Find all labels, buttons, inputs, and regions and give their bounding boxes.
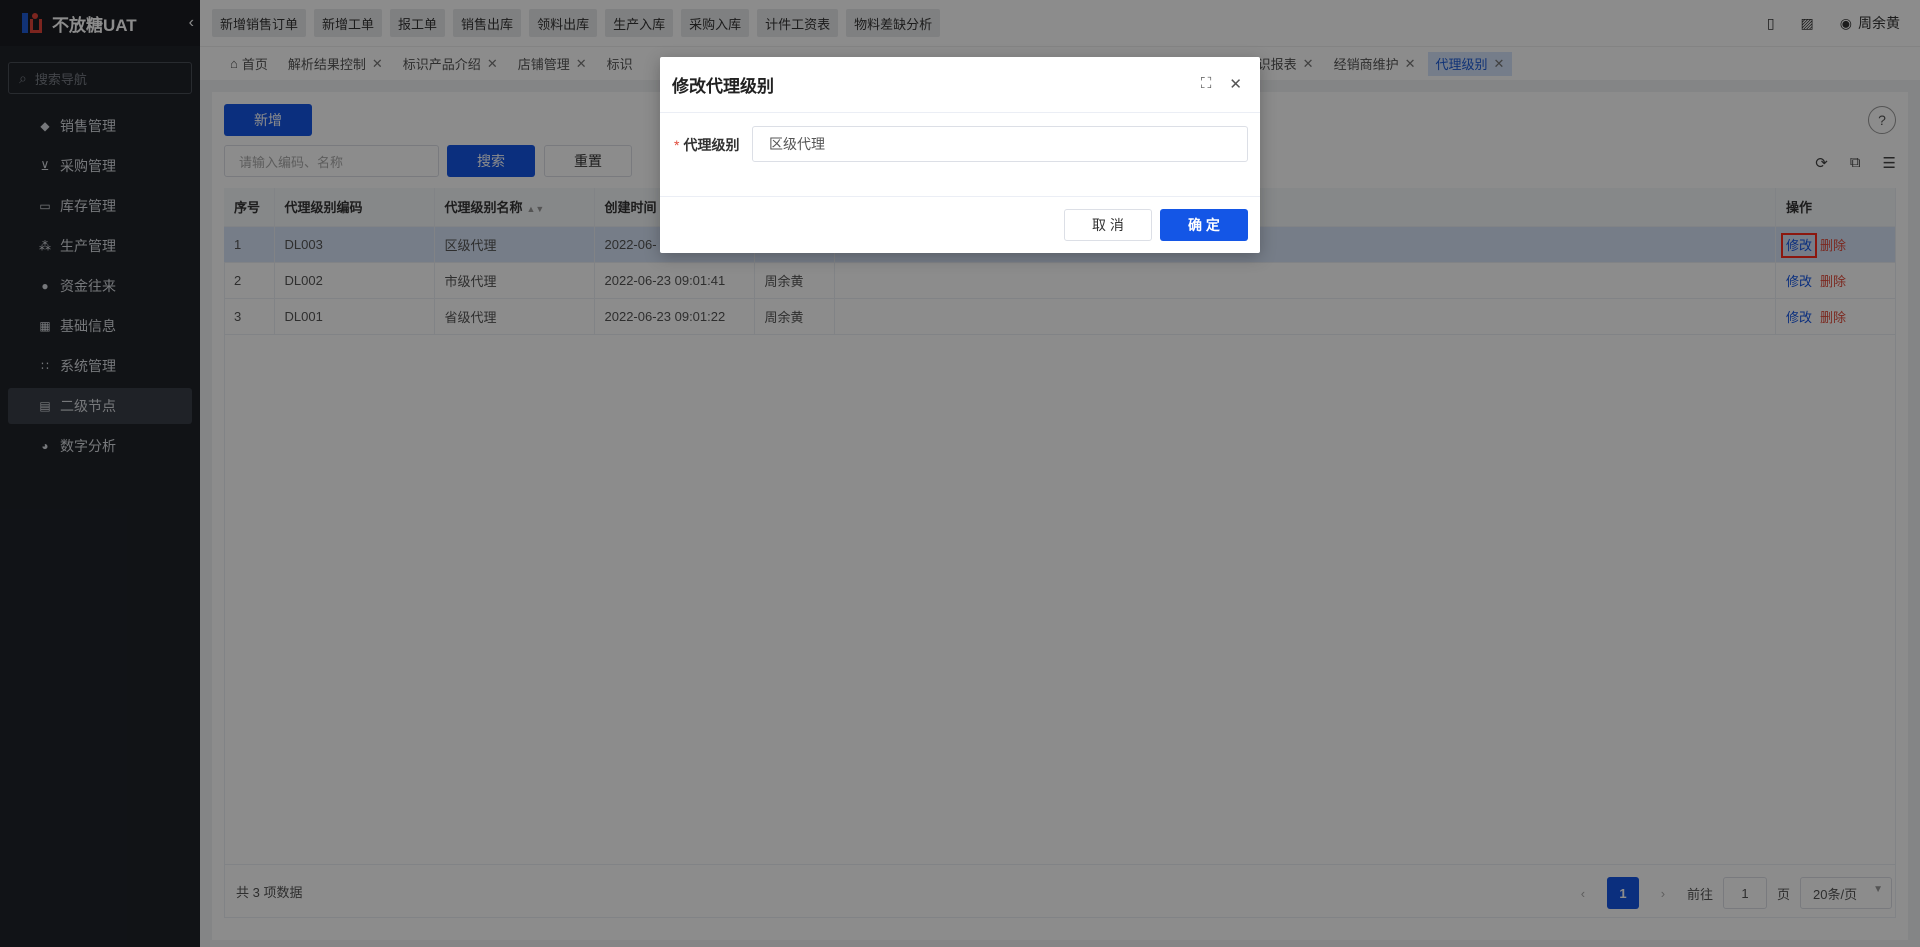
dialog-header: 修改代理级别 <box>660 57 1260 113</box>
close-icon[interactable]: ✕ <box>1229 75 1242 93</box>
cancel-button[interactable]: 取 消 <box>1064 209 1152 241</box>
agent-level-value: 区级代理 <box>769 136 825 152</box>
dialog-body: * 代理级别 区级代理 <box>660 113 1260 197</box>
edit-agent-level-dialog: 修改代理级别 ⛶ ✕ * 代理级别 区级代理 取 消 确 定 <box>660 57 1260 253</box>
agent-level-input[interactable]: 区级代理 <box>752 126 1248 162</box>
required-mark: * <box>674 137 680 153</box>
fullscreen-icon[interactable]: ⛶ <box>1201 75 1212 93</box>
dialog-title: 修改代理级别 <box>672 77 774 96</box>
agent-level-label-text: 代理级别 <box>683 137 740 153</box>
confirm-button[interactable]: 确 定 <box>1160 209 1248 241</box>
agent-level-label: * 代理级别 <box>674 135 739 155</box>
dialog-icons: ⛶ ✕ <box>1201 75 1242 93</box>
dialog-footer: 取 消 确 定 <box>660 197 1260 253</box>
